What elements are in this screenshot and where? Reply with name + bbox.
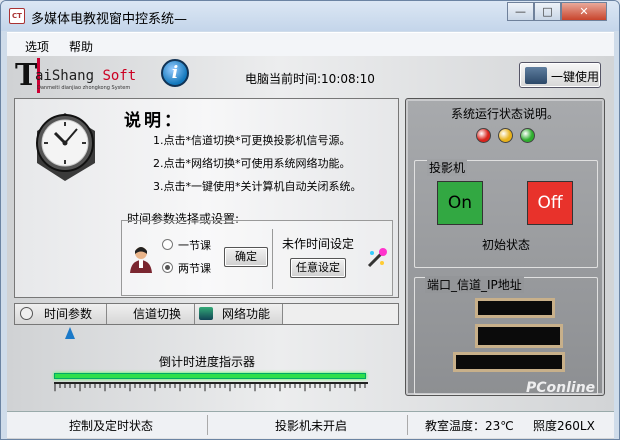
confirm-button[interactable]: 确定 [224, 247, 268, 267]
status-light-red [476, 128, 491, 143]
label-one-class: 一节课 [178, 239, 211, 252]
logo-brand-a: aiShang [35, 68, 103, 84]
title-bar: CT 多媒体电教视窗中控系统— — □ ✕ [1, 1, 619, 31]
menu-bar: 选项 帮助 [7, 32, 614, 56]
watermark: PConline [526, 380, 596, 396]
status-divider-2 [407, 415, 408, 435]
radio-one-class[interactable] [162, 239, 173, 250]
one-key-label: 一键使用 [551, 70, 600, 84]
status-panel: 系统运行状态说明。 投影机 On Off 初始状态 端口_信道_IP地址 [405, 98, 605, 396]
tab-bar: 时间参数 信道切换 网络功能 [14, 303, 399, 325]
info-icon[interactable]: i [161, 59, 189, 87]
status-temp: 教室温度：23℃ [425, 419, 514, 433]
port-label: 端口_信道_IP地址 [425, 276, 524, 293]
tab-network[interactable]: 网络功能 [195, 304, 283, 324]
param-box: 一节课 两节课 确定 未作时间设定 任意设定 [121, 220, 393, 296]
logo-brand: aiShang Soft [35, 68, 136, 84]
minimize-button[interactable]: — [507, 2, 534, 21]
maximize-button[interactable]: □ [534, 2, 561, 21]
status-projector: 投影机未开启 [275, 419, 348, 433]
status-light: 照度260LX [533, 419, 595, 433]
menu-help[interactable]: 帮助 [69, 38, 93, 55]
status-light-green [520, 128, 535, 143]
radio-two-class[interactable] [162, 262, 173, 273]
computer-icon [525, 67, 547, 84]
port-display-1 [475, 298, 555, 318]
tab-channel-switch[interactable]: 信道切换 [107, 304, 195, 324]
clock-time: 10:08:10 [321, 72, 375, 86]
explain-line-3: 3.点击*一键使用*关计算机自动关闭系统。 [153, 180, 362, 193]
projector-off-button[interactable]: Off [527, 181, 573, 225]
status-panel-title: 系统运行状态说明。 [450, 107, 559, 121]
main-client: T aiShang Soft Danmeiti dianjiao zhongko… [7, 56, 614, 439]
clock-icon [36, 113, 95, 181]
initial-state-label: 初始状态 [481, 238, 530, 252]
countdown-label: 倒计时进度指示器 [159, 355, 256, 369]
status-light-yellow [498, 128, 513, 143]
countdown-ruler [54, 382, 368, 392]
network-icon [199, 307, 213, 320]
magic-wand-icon[interactable] [366, 247, 388, 269]
port-display-3 [453, 352, 565, 372]
app-window: CT 多媒体电教视窗中控系统— — □ ✕ 选项 帮助 T aiShang So… [0, 0, 620, 440]
window-title: 多媒体电教视窗中控系统— [31, 12, 188, 27]
any-set-button[interactable]: 任意设定 [290, 258, 346, 278]
tab-channel-label: 信道切换 [133, 307, 182, 321]
taishang-logo: T aiShang Soft Danmeiti dianjiao zhongko… [15, 58, 155, 93]
info-panel: 说明： 1.点击*信道切换*可更换投影机信号源。 2.点击*网络切换*可使用系统… [14, 98, 399, 298]
projector-group: 投影机 On Off 初始状态 [414, 159, 598, 268]
explain-title: 说明： [124, 111, 184, 131]
logo-brand-b: Soft [102, 68, 137, 84]
param-divider [272, 229, 273, 289]
clock-small-icon [20, 307, 33, 320]
status-bar: 控制及定时状态 投影机未开启 教室温度：23℃ 照度260LX [7, 411, 614, 438]
water-drop-icon [65, 327, 75, 339]
tab-network-label: 网络功能 [222, 307, 271, 321]
tab-time-params[interactable]: 时间参数 [15, 304, 107, 324]
close-button[interactable]: ✕ [561, 2, 607, 21]
explain-line-1: 1.点击*信道切换*可更换投影机信号源。 [153, 134, 351, 147]
port-display-2 [475, 324, 563, 348]
one-key-button[interactable]: 一键使用 [519, 62, 601, 88]
menu-options[interactable]: 选项 [25, 38, 49, 55]
projector-label: 投影机 [427, 159, 468, 176]
untimed-label: 未作时间设定 [282, 237, 355, 251]
teacher-icon [130, 247, 152, 273]
tab-time-params-label: 时间参数 [44, 307, 93, 321]
port-group: 端口_信道_IP地址 [414, 276, 598, 395]
explain-line-2: 2.点击*网络切换*可使用系统网络功能。 [153, 157, 351, 170]
label-two-class: 两节课 [178, 262, 211, 275]
clock-label: 电脑当前时间: [245, 72, 322, 86]
logo-subtitle: Danmeiti dianjiao zhongkong System [37, 85, 131, 91]
status-divider-1 [207, 415, 208, 435]
status-control: 控制及定时状态 [69, 419, 154, 433]
app-icon: CT [9, 8, 25, 24]
current-time: 电脑当前时间:10:08:10 [245, 70, 375, 87]
projector-on-button[interactable]: On [437, 181, 483, 225]
countdown-progress-bar [54, 373, 366, 379]
